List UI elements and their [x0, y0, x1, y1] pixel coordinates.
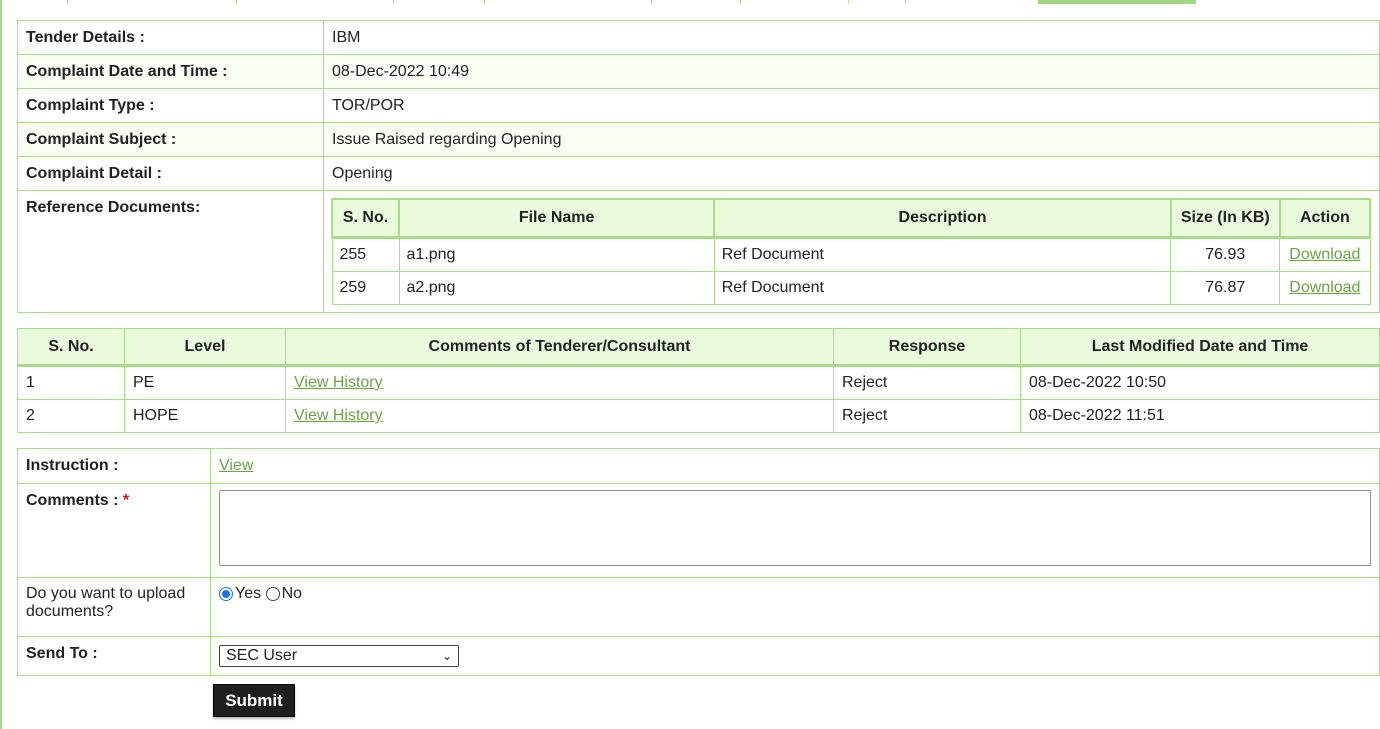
comments-textarea[interactable] [219, 490, 1371, 566]
detail-row: Tender Details : IBM [17, 20, 1380, 55]
tab-divider [905, 0, 906, 4]
upload-row: Do you want to upload documents? Yes No [17, 577, 1380, 637]
detail-row: Complaint Subject : Issue Raised regardi… [17, 122, 1380, 157]
upload-options-cell: Yes No [210, 577, 1380, 637]
send-to-label: Send To : [17, 636, 211, 676]
col-header-response: Response [833, 328, 1021, 367]
level-comments-cell: View History [285, 399, 834, 433]
level-name: PE [124, 365, 286, 400]
tab-divider [236, 0, 237, 4]
tender-details-label: Tender Details : [17, 20, 324, 55]
ref-action-cell: Download [1279, 237, 1371, 272]
complaint-detail-value: Opening [323, 156, 1380, 191]
send-to-selected-value: SEC User [226, 647, 298, 664]
detail-row: Complaint Detail : Opening [17, 156, 1380, 191]
chevron-down-icon: ⌄ [441, 649, 452, 663]
col-header-comments: Comments of Tenderer/Consultant [285, 328, 834, 367]
ref-size: 76.93 [1170, 237, 1281, 272]
complaint-type-label: Complaint Type : [17, 88, 324, 123]
ref-file-name: a2.png [398, 271, 715, 305]
level-name: HOPE [124, 399, 286, 433]
complaint-details-table: Tender Details : IBM Complaint Date and … [17, 20, 1380, 313]
upload-question-label: Do you want to upload documents? [17, 577, 211, 637]
view-history-link[interactable]: View History [294, 407, 383, 424]
ref-description: Ref Document [713, 271, 1172, 305]
col-header-description: Description [713, 198, 1172, 239]
complaint-levels-table: S. No. Level Comments of Tenderer/Consul… [17, 328, 1380, 433]
col-header-level: Level [124, 328, 286, 367]
detail-row: Complaint Type : TOR/POR [17, 88, 1380, 123]
submit-button[interactable]: Submit [213, 684, 295, 717]
table-row: 1 PE View History Reject 08-Dec-2022 10:… [17, 365, 1380, 400]
view-history-link[interactable]: View History [294, 374, 383, 391]
col-header-sno: S. No. [330, 198, 401, 239]
level-modified: 08-Dec-2022 10:50 [1020, 365, 1380, 400]
tab-divider [393, 0, 394, 4]
complaint-subject-label: Complaint Subject : [17, 122, 324, 157]
instruction-row: Instruction : View [17, 448, 1380, 484]
send-to-cell: SEC User ⌄ [210, 636, 1380, 676]
tender-details-value: IBM [323, 20, 1380, 55]
col-header-size: Size (In KB) [1169, 198, 1281, 239]
tab-divider [67, 0, 68, 4]
no-label: No [281, 585, 303, 602]
download-link[interactable]: Download [1289, 246, 1360, 263]
table-row: 255 a1.png Ref Document 76.93 Download [331, 237, 1371, 272]
col-header-last-modified: Last Modified Date and Time [1020, 328, 1380, 367]
level-response: Reject [833, 399, 1021, 433]
reference-documents-table: S. No. File Name Description Size (In KB… [330, 198, 1372, 305]
table-header-row: S. No. File Name Description Size (In KB… [330, 198, 1372, 239]
table-row: 2 HOPE View History Reject 08-Dec-2022 1… [17, 399, 1380, 433]
ref-size: 76.87 [1170, 271, 1281, 305]
comments-row: Comments : * [17, 483, 1380, 578]
instruction-cell: View [210, 448, 1380, 484]
send-to-row: Send To : SEC User ⌄ [17, 636, 1380, 676]
tab-active-indicator[interactable] [1038, 0, 1196, 4]
ref-sno: 255 [331, 237, 400, 272]
comments-label: Comments : [26, 492, 119, 509]
ref-sno: 259 [331, 271, 400, 305]
complaint-subject-value: Issue Raised regarding Opening [323, 122, 1380, 157]
reference-documents-row: Reference Documents: S. No. File Name De… [17, 190, 1380, 313]
level-modified: 08-Dec-2022 11:51 [1020, 399, 1380, 433]
complaint-detail-label: Complaint Detail : [17, 156, 324, 191]
level-sno: 2 [17, 399, 125, 433]
table-row: 259 a2.png Ref Document 76.87 Download [331, 271, 1371, 305]
level-sno: 1 [17, 365, 125, 400]
radio-no[interactable] [265, 587, 280, 601]
col-header-sno: S. No. [17, 328, 125, 367]
tab-divider [848, 0, 849, 4]
ref-action-cell: Download [1279, 271, 1371, 305]
instruction-view-link[interactable]: View [219, 457, 253, 474]
radio-yes[interactable] [219, 587, 233, 601]
ref-description: Ref Document [713, 237, 1172, 272]
complaint-date-label: Complaint Date and Time : [17, 54, 324, 89]
tab-divider [484, 0, 485, 4]
table-header-row: S. No. Level Comments of Tenderer/Consul… [17, 328, 1380, 367]
top-tab-strip [0, 0, 1380, 4]
tab-divider [651, 0, 652, 4]
complaint-type-value: TOR/POR [323, 88, 1380, 123]
level-comments-cell: View History [285, 365, 834, 400]
instruction-label: Instruction : [17, 448, 211, 484]
tab-divider [740, 0, 741, 4]
upload-yes-option[interactable]: Yes [219, 585, 261, 603]
comments-cell [210, 483, 1380, 578]
detail-row: Complaint Date and Time : 08-Dec-2022 10… [17, 54, 1380, 89]
reference-documents-cell: S. No. File Name Description Size (In KB… [323, 190, 1380, 313]
yes-label: Yes [235, 585, 262, 602]
level-response: Reject [833, 365, 1021, 400]
page-left-border [0, 0, 2, 729]
response-form-table: Instruction : View Comments : * Do you w… [17, 448, 1380, 676]
required-asterisk: * [122, 492, 130, 509]
send-to-select[interactable]: SEC User ⌄ [219, 645, 459, 667]
complaint-date-value: 08-Dec-2022 10:49 [323, 54, 1380, 89]
col-header-file-name: File Name [398, 198, 716, 239]
ref-file-name: a1.png [398, 237, 715, 272]
col-header-action: Action [1278, 198, 1372, 239]
comments-label-cell: Comments : * [17, 483, 211, 578]
upload-no-option[interactable]: No [265, 585, 303, 603]
download-link[interactable]: Download [1289, 279, 1360, 296]
reference-documents-label: Reference Documents: [17, 190, 324, 313]
